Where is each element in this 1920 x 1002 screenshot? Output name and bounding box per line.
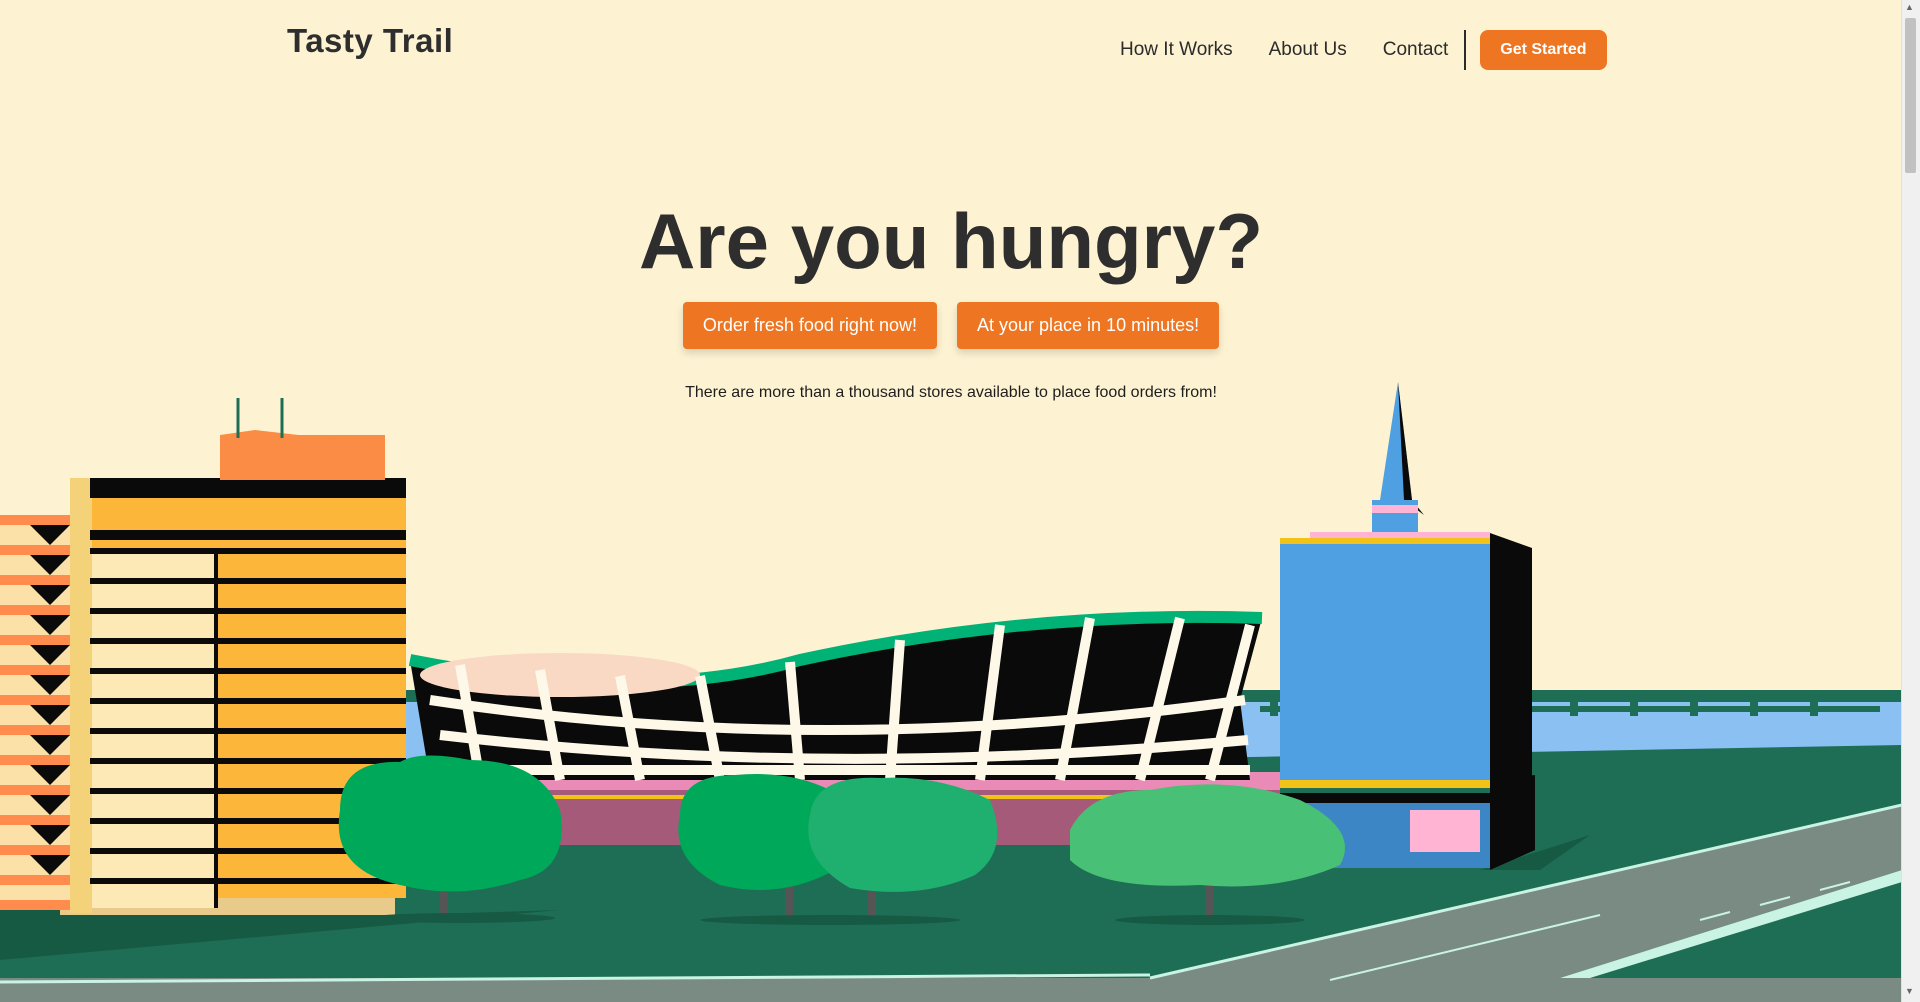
left-building-balconies	[0, 515, 70, 910]
brand-logo[interactable]: Tasty Trail	[287, 22, 453, 60]
delivery-time-badge: At your place in 10 minutes!	[956, 302, 1220, 349]
triangle-up-icon[interactable]: ▲	[1905, 2, 1914, 12]
tower-body	[1280, 543, 1490, 783]
nav-how-it-works[interactable]: How It Works	[1120, 39, 1233, 61]
tower-top-yellow	[1280, 538, 1490, 544]
left-building-top	[90, 478, 406, 498]
vertical-scrollbar[interactable]: ▲ ▼	[1901, 0, 1920, 1002]
nav-about-us[interactable]: About Us	[1269, 39, 1347, 61]
city-illustration	[0, 382, 1902, 1002]
tower-window-bar	[1280, 793, 1490, 803]
spire	[1372, 382, 1424, 532]
tower-side	[1490, 533, 1532, 783]
tower-pink-window	[1410, 810, 1480, 852]
triangle-down-icon[interactable]: ▼	[1905, 986, 1914, 996]
scroll-thumb[interactable]	[1905, 18, 1916, 173]
left-building-side	[70, 478, 92, 913]
nav-divider	[1464, 30, 1467, 70]
site-header: Tasty Trail How It Works About Us Contac…	[0, 0, 1902, 86]
hero-title: Are you hungry?	[638, 197, 1264, 285]
hero-badges: Order fresh food right now! At your plac…	[0, 302, 1902, 349]
nav-contact[interactable]: Contact	[1383, 39, 1448, 61]
main-nav: How It Works About Us Contact Get Starte…	[1120, 30, 1607, 70]
order-now-badge: Order fresh food right now!	[682, 302, 937, 349]
get-started-button[interactable]: Get Started	[1480, 30, 1607, 70]
